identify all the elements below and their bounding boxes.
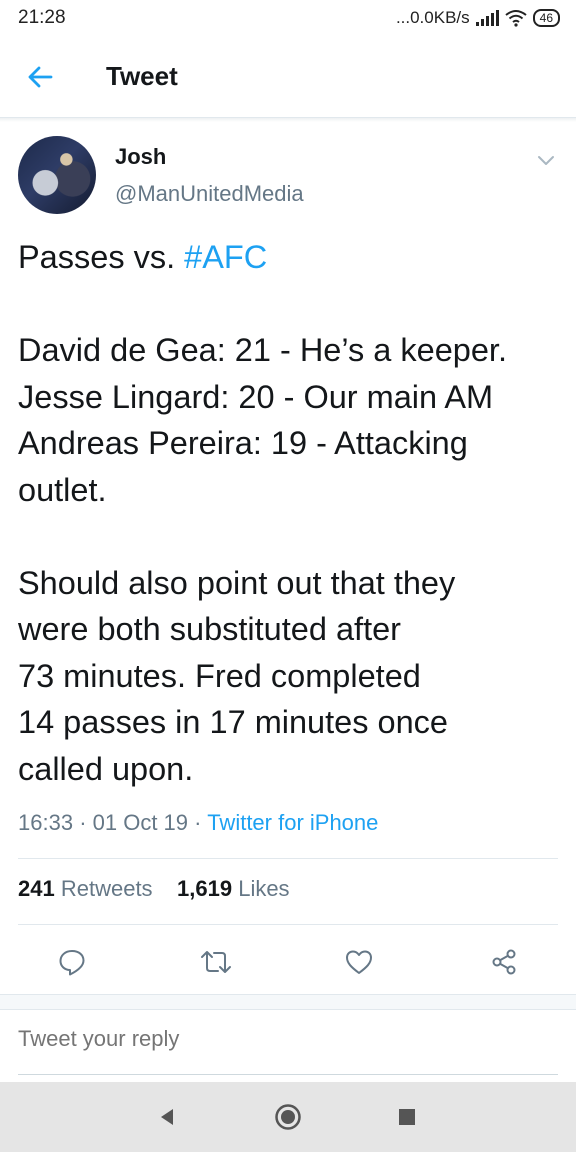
avatar[interactable] bbox=[18, 136, 96, 214]
author-name[interactable]: Josh bbox=[115, 144, 166, 170]
author-handle[interactable]: @ManUnitedMedia bbox=[115, 181, 304, 207]
tweet-line: outlet. bbox=[18, 471, 107, 508]
signal-icon bbox=[475, 10, 499, 26]
tweet-line: David de Gea: 21 - He’s a keeper. bbox=[18, 332, 507, 368]
tweet-text: Passes vs. #AFC David de Gea: 21 - He’s … bbox=[18, 234, 563, 792]
likes-count: 1,619 bbox=[177, 876, 233, 901]
status-time: 21:28 bbox=[18, 7, 66, 28]
heart-icon bbox=[346, 950, 372, 974]
header-shadow bbox=[0, 118, 576, 122]
wifi-icon bbox=[505, 10, 527, 27]
tweet-line-text: Passes vs. bbox=[18, 239, 185, 275]
tweet-line: were both substituted after bbox=[18, 611, 402, 647]
system-nav-bar bbox=[0, 1082, 576, 1152]
meta-separator: · bbox=[194, 810, 208, 835]
reply-underline bbox=[18, 1074, 558, 1075]
reply-button[interactable] bbox=[52, 942, 92, 982]
battery-icon: 46 bbox=[532, 9, 560, 27]
tweet-line bbox=[18, 513, 563, 560]
retweets-count: 241 bbox=[18, 876, 55, 901]
retweets-stat[interactable]: 241 Retweets bbox=[18, 876, 153, 901]
share-button[interactable] bbox=[484, 942, 524, 982]
retweets-label: Retweets bbox=[60, 876, 153, 901]
tweet-stats: 241 Retweets 1,619 Likes bbox=[18, 876, 290, 902]
status-bar: 21:28 ...0.0KB/s 46 bbox=[0, 0, 576, 36]
tweet-date: 01 Oct 19 bbox=[92, 810, 189, 835]
tweet-line: Should also point out that they bbox=[18, 564, 456, 601]
arrow-left-icon bbox=[28, 66, 53, 87]
tweet-line: Jesse Lingard: 20 - Our main AM bbox=[18, 378, 494, 415]
app-bar: Tweet bbox=[0, 36, 576, 118]
like-button[interactable] bbox=[339, 942, 379, 982]
tweet-time: 16:33 bbox=[18, 810, 74, 835]
tweet-line: 14 passes in 17 minutes once bbox=[18, 704, 448, 740]
nav-back-button[interactable] bbox=[152, 1102, 182, 1132]
nav-home-button[interactable] bbox=[273, 1102, 303, 1132]
page-title: Tweet bbox=[106, 61, 178, 91]
back-button[interactable] bbox=[0, 36, 80, 118]
divider bbox=[18, 924, 558, 925]
reply-icon bbox=[59, 950, 85, 976]
square-recents-icon bbox=[399, 1109, 415, 1125]
network-speed: ...0.0KB/s bbox=[395, 8, 470, 27]
tweet-line: Passes vs. #AFC bbox=[18, 234, 563, 281]
circle-home-icon bbox=[275, 1104, 301, 1130]
status-icons: ...0.0KB/s 46 bbox=[396, 8, 560, 28]
reply-input[interactable] bbox=[18, 1026, 558, 1052]
meta-separator: · bbox=[79, 810, 93, 835]
chevron-down-icon[interactable] bbox=[534, 148, 558, 172]
tweet-line: 73 minutes. Fred completed bbox=[18, 657, 421, 694]
nav-recents-button[interactable] bbox=[392, 1102, 422, 1132]
tweet-actions bbox=[0, 930, 576, 992]
retweet-button[interactable] bbox=[196, 942, 236, 982]
likes-stat[interactable]: 1,619 Likes bbox=[177, 876, 290, 901]
tweet-meta: 16:33 · 01 Oct 19 · Twitter for iPhone bbox=[18, 810, 378, 836]
likes-label: Likes bbox=[238, 876, 290, 901]
tweet-source-link[interactable]: Twitter for iPhone bbox=[207, 810, 378, 835]
tweet-author: Josh @ManUnitedMedia bbox=[18, 136, 558, 218]
retweet-icon bbox=[201, 951, 231, 973]
tweet-line bbox=[18, 281, 563, 328]
hashtag-link[interactable]: #AFC bbox=[184, 239, 267, 275]
section-gap bbox=[0, 994, 576, 1010]
triangle-back-icon bbox=[161, 1109, 173, 1125]
tweet-line: Andreas Pereira: 19 - Attacking bbox=[18, 425, 468, 461]
divider bbox=[18, 858, 558, 859]
share-icon bbox=[492, 949, 516, 975]
tweet-line: called upon. bbox=[18, 750, 194, 787]
